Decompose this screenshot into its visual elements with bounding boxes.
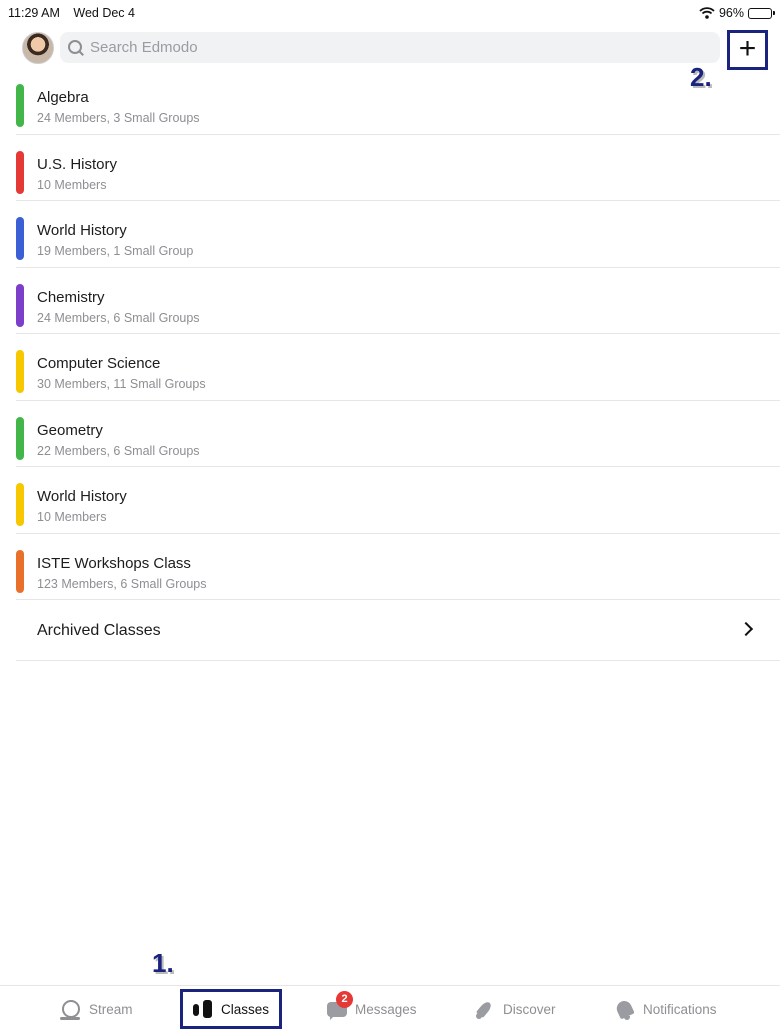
tab-stream[interactable]: Stream [60,986,133,1032]
rocket-icon [474,999,496,1021]
class-name: ISTE Workshops Class [37,554,191,572]
class-color-bar [16,217,24,260]
class-meta: 24 Members, 6 Small Groups [37,310,200,325]
annotation-step-1: 1. [152,948,174,978]
class-color-bar [16,483,24,526]
class-item[interactable]: Chemistry 24 Members, 6 Small Groups [16,268,780,334]
tab-classes-label: Classes [221,1001,270,1017]
class-color-bar [16,283,24,327]
avatar[interactable] [22,32,54,64]
class-name: World History [37,488,127,505]
class-name: U.S. History [37,155,118,173]
messages-icon: 2 [326,990,353,1021]
class-meta: 19 Members, 1 Small Group [37,244,194,258]
search-input[interactable] [90,39,690,56]
bell-icon [614,999,636,1021]
class-name: World History [37,222,127,239]
status-bar: 11:29 AM Wed Dec 4 96% [0,0,780,26]
class-color-bar [16,416,24,460]
wifi-icon [699,7,715,19]
class-item[interactable]: Geometry 22 Members, 6 Small Groups [16,401,780,467]
messages-badge: 2 [336,990,353,1008]
status-left: 11:29 AM Wed Dec 4 [8,6,135,20]
class-item[interactable]: U.S. History 10 Members [16,135,780,201]
tab-notifications[interactable]: Notifications [614,986,717,1032]
class-item[interactable]: Algebra 24 Members, 3 Small Groups [16,68,780,135]
class-meta: 30 Members, 11 Small Groups [37,377,206,391]
battery-percent: 96% [718,6,744,20]
class-item[interactable]: Computer Science 30 Members, 11 Small Gr… [16,334,780,401]
class-color-bar [16,350,24,393]
tab-notifications-label: Notifications [643,1002,717,1017]
archived-classes-label: Archived Classes [37,622,161,639]
class-list: Algebra 24 Members, 3 Small Groups U.S. … [0,68,780,661]
add-class-button[interactable]: + [727,30,768,70]
class-name: Computer Science [37,355,161,372]
class-name: Algebra [37,89,89,106]
class-item[interactable]: ISTE Workshops Class 123 Members, 6 Smal… [16,534,780,600]
status-date: Wed Dec 4 [73,6,135,20]
class-meta: 10 Members [37,510,107,524]
stream-icon [60,999,82,1021]
tab-discover-label: Discover [503,1002,556,1017]
search-icon [68,39,84,56]
class-meta: 24 Members, 3 Small Groups [37,111,200,125]
status-time: 11:29 AM [8,6,60,20]
class-meta: 10 Members [37,177,107,192]
tab-stream-label: Stream [89,1002,133,1017]
search-box[interactable] [60,32,720,63]
class-meta: 123 Members, 6 Small Groups [37,576,207,591]
tab-bar: Stream Classes 2 Messages Discover Notif… [0,985,780,1032]
header: + [0,28,780,70]
archived-classes-row[interactable]: Archived Classes [16,600,780,661]
class-color-bar [16,84,24,127]
class-item[interactable]: World History 10 Members [16,467,780,534]
class-item[interactable]: World History 19 Members, 1 Small Group [16,201,780,268]
class-color-bar [16,549,24,593]
chevron-right-icon [738,621,754,637]
tab-discover[interactable]: Discover [474,986,556,1032]
classes-icon [192,998,214,1020]
plus-icon: + [738,32,757,65]
tab-classes[interactable]: Classes [180,989,282,1029]
status-right: 96% [699,6,775,20]
battery-icon [748,7,775,19]
tab-messages[interactable]: 2 Messages [326,986,417,1032]
class-name: Geometry [37,421,103,439]
class-color-bar [16,150,24,194]
tab-messages-label: Messages [355,1002,417,1017]
class-name: Chemistry [37,288,105,306]
class-meta: 22 Members, 6 Small Groups [37,443,200,458]
